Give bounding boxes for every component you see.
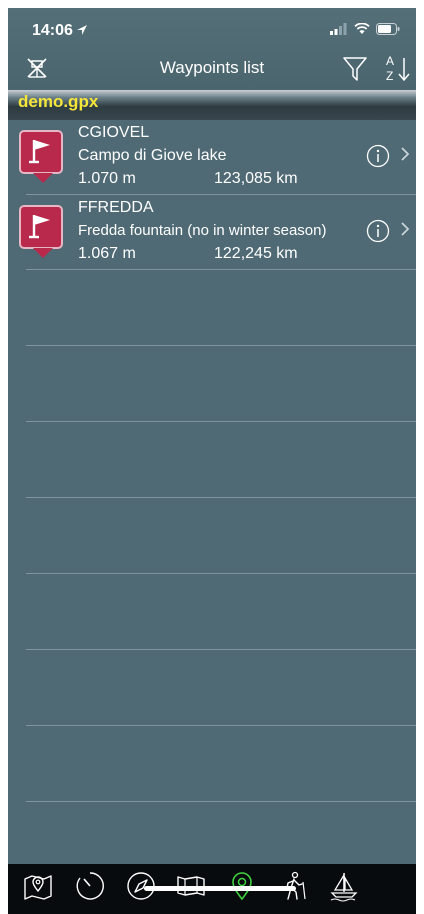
file-bar: demo.gpx bbox=[8, 90, 416, 120]
flag-pointer bbox=[33, 248, 53, 258]
battery-icon bbox=[376, 23, 400, 35]
waypoint-name: FFREDDA bbox=[78, 199, 154, 216]
wifi-icon bbox=[354, 23, 370, 34]
filter-icon[interactable] bbox=[342, 55, 368, 83]
sort-az-icon[interactable]: A Z bbox=[382, 52, 412, 84]
svg-text:A: A bbox=[386, 54, 394, 68]
flag-icon bbox=[19, 205, 63, 249]
file-name: demo.gpx bbox=[18, 92, 99, 111]
list-item[interactable]: FFREDDA Fredda fountain (no in winter se… bbox=[8, 195, 416, 270]
waypoint-distance: 123,085 km bbox=[214, 170, 298, 187]
row-divider bbox=[26, 345, 416, 346]
row-divider bbox=[26, 725, 416, 726]
row-divider bbox=[26, 269, 416, 270]
waypoint-description: Campo di Giove lake bbox=[78, 147, 227, 164]
status-time: 14:06 bbox=[32, 22, 73, 39]
waypoint-altitude: 1.067 m bbox=[78, 245, 136, 262]
waypoint-altitude: 1.070 m bbox=[78, 170, 136, 187]
info-icon[interactable] bbox=[366, 144, 390, 168]
waypoint-name: CGIOVEL bbox=[78, 124, 150, 141]
map-pin-icon[interactable] bbox=[22, 870, 54, 902]
row-divider bbox=[26, 649, 416, 650]
flag-pointer bbox=[33, 173, 53, 183]
waypoint-description: Fredda fountain (no in winter season) bbox=[78, 222, 327, 239]
chevron-right-icon[interactable] bbox=[400, 221, 410, 237]
home-indicator[interactable] bbox=[144, 886, 296, 891]
waypoint-list: CGIOVEL Campo di Giove lake 1.070 m 123,… bbox=[8, 120, 416, 270]
header-bar: 14:06 Waypoints list A Z bbox=[8, 8, 416, 90]
location-arrow-icon bbox=[77, 25, 87, 35]
chevron-right-icon[interactable] bbox=[400, 146, 410, 162]
boat-icon[interactable] bbox=[328, 870, 360, 902]
signal-icon bbox=[330, 23, 347, 35]
status-icons bbox=[330, 23, 400, 35]
row-divider bbox=[26, 801, 416, 802]
app: 14:06 Waypoints list A Z demo.gpx CGIOVE… bbox=[8, 8, 416, 914]
waypoint-distance: 122,245 km bbox=[214, 245, 298, 262]
svg-text:Z: Z bbox=[386, 69, 393, 83]
info-icon[interactable] bbox=[366, 219, 390, 243]
flag-icon bbox=[19, 130, 63, 174]
row-divider bbox=[26, 421, 416, 422]
clock-icon[interactable] bbox=[74, 870, 106, 902]
row-divider bbox=[26, 497, 416, 498]
list-item[interactable]: CGIOVEL Campo di Giove lake 1.070 m 123,… bbox=[8, 120, 416, 195]
row-divider bbox=[26, 573, 416, 574]
